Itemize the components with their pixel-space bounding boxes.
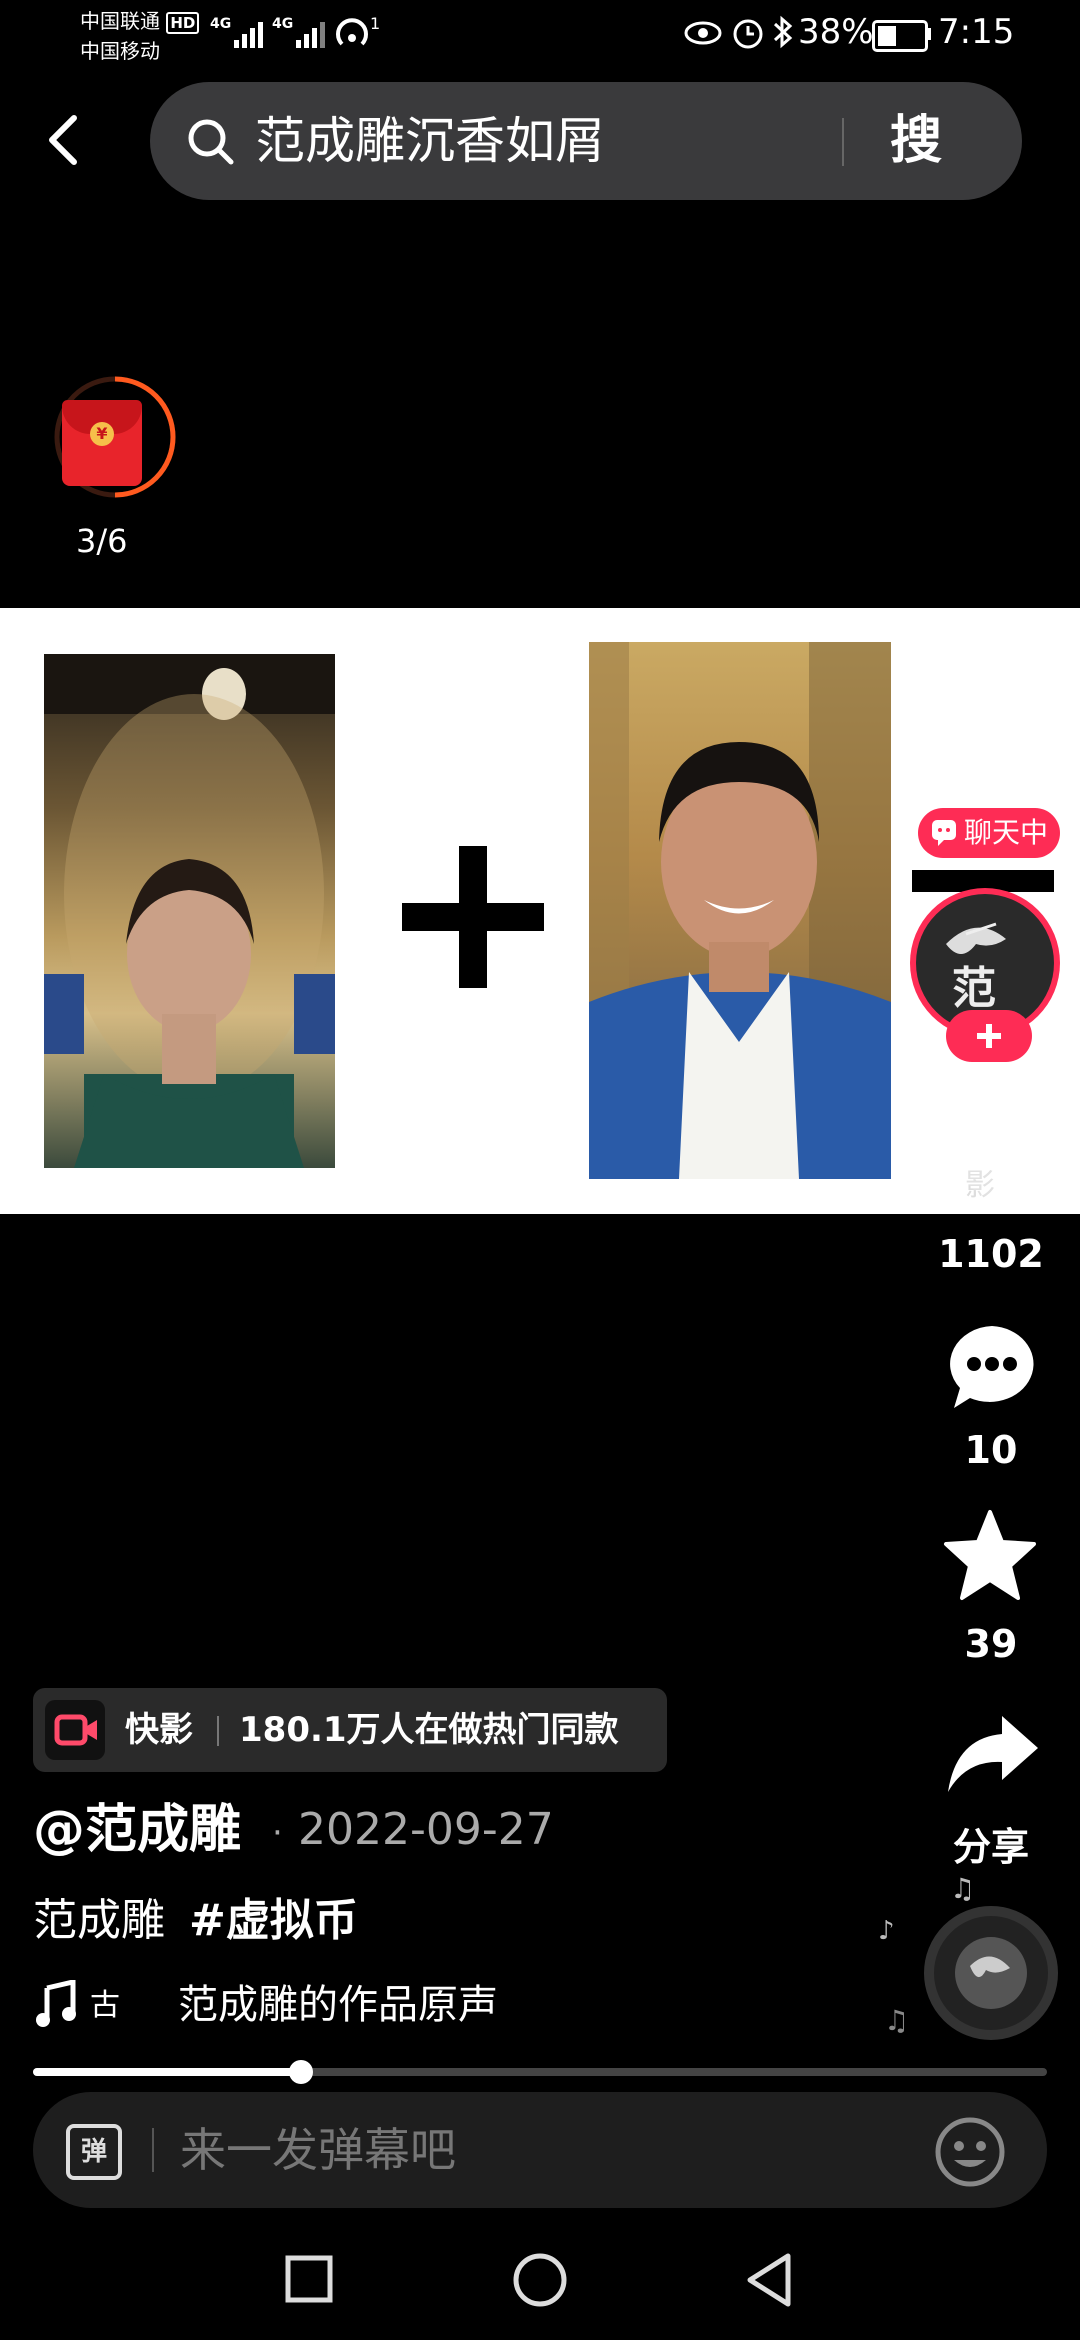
carrier-2: 中国移动 <box>80 39 160 63</box>
follow-button[interactable] <box>946 1010 1032 1062</box>
red-packet-icon: ¥ <box>62 400 142 486</box>
share-icon[interactable] <box>942 1710 1042 1800</box>
search-button[interactable]: 搜 <box>890 108 942 174</box>
promo-text: 180.1万人在做热门同款 <box>239 1710 619 1750</box>
chat-badge[interactable]: 聊天中 <box>918 808 1060 858</box>
promo-pill[interactable]: 快影 180.1万人在做热门同款 <box>33 1688 667 1772</box>
post-date: 2022-09-27 <box>298 1804 554 1855</box>
caption: 范成雕 #虚拟币 <box>33 1895 358 1946</box>
hashtag-link[interactable]: #虚拟币 <box>189 1895 358 1946</box>
promo-divider <box>217 1716 219 1746</box>
author-name[interactable]: @范成雕 <box>33 1798 241 1862</box>
danmu-input[interactable]: 来一发弹幕吧 <box>180 2120 456 2180</box>
comment-count: 10 <box>964 1428 1018 1472</box>
promo-app-name: 快影 <box>125 1710 193 1750</box>
playback-scrubber[interactable] <box>289 2060 313 2084</box>
danmu-toggle-icon[interactable]: 弹 <box>66 2124 122 2180</box>
battery-percent: 38% <box>798 12 874 52</box>
battery-icon <box>872 20 928 52</box>
home-icon[interactable] <box>512 2252 568 2308</box>
date-separator: · <box>272 1813 283 1853</box>
like-count: 1102 <box>938 1232 1044 1276</box>
music-icon <box>33 1978 77 2028</box>
clock: 7:15 <box>938 12 1015 52</box>
carrier-1: 中国联通 HD <box>80 8 200 36</box>
music-note-icon: ♪ <box>878 1916 895 1946</box>
plus-icon <box>977 1024 1001 1048</box>
danmu-divider <box>152 2128 154 2172</box>
favorite-icon[interactable] <box>942 1508 1038 1604</box>
nav-back-icon[interactable] <box>744 2252 796 2308</box>
woman-photo <box>44 654 335 1168</box>
like-icon[interactable] <box>944 1128 1044 1218</box>
bluetooth-icon <box>770 14 796 54</box>
search-input[interactable]: 范成雕沉香如屑 <box>255 110 605 172</box>
favorite-count: 39 <box>964 1622 1018 1666</box>
kuaiying-logo-icon <box>45 1700 105 1760</box>
alarm-icon <box>730 14 766 54</box>
hd-badge: HD <box>166 12 200 34</box>
plus-sign <box>402 846 544 988</box>
music-disc[interactable] <box>924 1906 1058 2040</box>
hotspot-icon: 1 <box>334 14 380 58</box>
red-packet-progress: 3/6 <box>76 522 128 560</box>
music-note-icon: ♫ <box>884 2004 910 2037</box>
search-divider <box>842 118 844 166</box>
eye-icon <box>683 18 723 52</box>
music-note-icon: ♫ <box>950 1872 976 1905</box>
man-photo <box>589 642 891 1179</box>
comment-icon[interactable] <box>944 1318 1040 1414</box>
chat-badge-icon <box>932 820 956 846</box>
share-label: 分享 <box>952 1825 1029 1869</box>
recent-apps-icon[interactable] <box>284 2254 334 2304</box>
battery-tip <box>926 28 931 40</box>
music-tag: 古 <box>90 1988 120 2023</box>
emoji-icon[interactable] <box>934 2116 1006 2188</box>
back-icon[interactable] <box>40 110 90 170</box>
red-packet-widget[interactable]: ¥ <box>50 372 180 502</box>
music-title[interactable]: 范成雕的作品原声 <box>178 1978 498 2032</box>
search-icon <box>185 116 235 170</box>
playback-progress <box>33 2068 301 2076</box>
